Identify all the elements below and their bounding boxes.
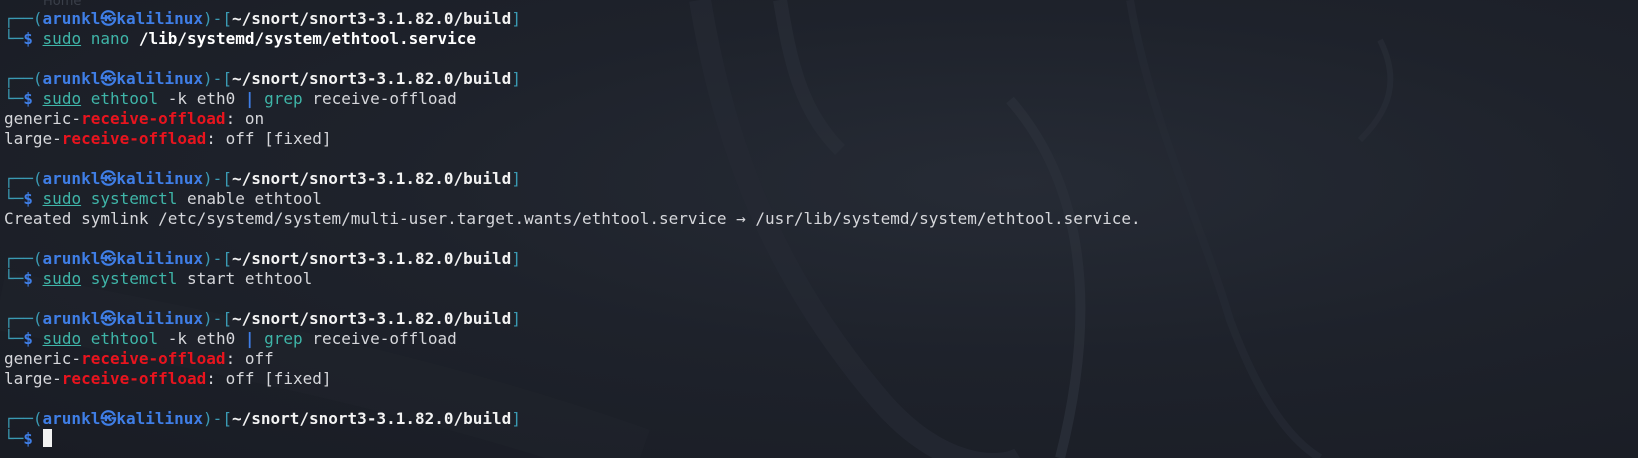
command-sudo: sudo bbox=[42, 89, 82, 108]
command-program: ethtool bbox=[90, 329, 159, 348]
command-args: /lib/systemd/system/ethtool.service bbox=[129, 29, 477, 48]
command-sudo: sudo bbox=[42, 269, 82, 288]
text-cursor[interactable] bbox=[42, 429, 52, 447]
prompt-header-line: ┌──(arunkl㉿kalilinux)-[~/snort/snort3-3.… bbox=[4, 69, 521, 88]
command-program: ethtool bbox=[90, 89, 159, 108]
command-args: receive-offload bbox=[302, 89, 457, 108]
command-sudo: sudo bbox=[42, 29, 82, 48]
prompt-frame-open: ┌──( bbox=[4, 9, 43, 28]
command-sudo: sudo bbox=[42, 189, 82, 208]
prompt-at-icon: ㉿ bbox=[100, 169, 117, 188]
prompt-frame-close: ] bbox=[511, 9, 521, 28]
active-command-line[interactable]: └─$ bbox=[4, 429, 1141, 449]
prompt-at-icon: ㉿ bbox=[100, 69, 117, 88]
output-line: Created symlink /etc/systemd/system/mult… bbox=[4, 209, 1141, 228]
prompt-at-icon: ㉿ bbox=[100, 9, 117, 28]
command-args: receive-offload bbox=[302, 329, 457, 348]
command-sudo: sudo bbox=[42, 329, 82, 348]
prompt-frame-bottom: └─ bbox=[4, 29, 24, 48]
command-program: nano bbox=[90, 29, 130, 48]
grep-match: receive-offload bbox=[61, 129, 207, 148]
terminal-output: ┌──(arunkl㉿kalilinux)-[~/snort/snort3-3.… bbox=[4, 9, 1141, 449]
command-options: -k eth0 bbox=[158, 329, 245, 348]
command-line: └─$ sudo ethtool -k eth0 | grep receive-… bbox=[4, 329, 457, 348]
output-line: generic-receive-offload: on bbox=[4, 109, 265, 128]
output-line: large-receive-offload: off [fixed] bbox=[4, 369, 332, 388]
command-program: systemctl bbox=[90, 269, 178, 288]
command-line: └─$ sudo nano /lib/systemd/system/ethtoo… bbox=[4, 29, 1141, 49]
prompt-host: kalilinux bbox=[116, 9, 204, 28]
command-options: -k eth0 bbox=[158, 89, 245, 108]
prompt-user: arunkl bbox=[42, 9, 101, 28]
command-line: └─$ sudo ethtool -k eth0 | grep receive-… bbox=[4, 89, 457, 108]
command-pipe: | bbox=[244, 329, 255, 348]
command-program: systemctl bbox=[90, 189, 178, 208]
prompt-dollar: $ bbox=[23, 29, 33, 48]
prompt-at-icon: ㉿ bbox=[100, 309, 117, 328]
command-args: enable ethtool bbox=[177, 189, 322, 208]
prompt-header-line: ┌──(arunkl㉿kalilinux)-[~/snort/snort3-3.… bbox=[4, 9, 1141, 29]
prompt-header-line: ┌──(arunkl㉿kalilinux)-[~/snort/snort3-3.… bbox=[4, 309, 521, 328]
prompt-header-line: ┌──(arunkl㉿kalilinux)-[~/snort/snort3-3.… bbox=[4, 409, 521, 428]
command-pipe: | bbox=[244, 89, 255, 108]
command-program: grep bbox=[264, 89, 303, 108]
prompt-header-line: ┌──(arunkl㉿kalilinux)-[~/snort/snort3-3.… bbox=[4, 249, 521, 268]
prompt-separator: )-[ bbox=[203, 9, 232, 28]
command-line: └─$ sudo systemctl start ethtool bbox=[4, 269, 313, 288]
prompt-header-line: ┌──(arunkl㉿kalilinux)-[~/snort/snort3-3.… bbox=[4, 169, 521, 188]
prompt-at-icon: ㉿ bbox=[100, 409, 117, 428]
desktop-home-label: Home bbox=[43, 0, 82, 9]
prompt-at-icon: ㉿ bbox=[100, 249, 117, 268]
grep-match: receive-offload bbox=[61, 369, 207, 388]
output-line: generic-receive-offload: off bbox=[4, 349, 274, 368]
prompt-directory: ~/snort/snort3-3.1.82.0/build bbox=[231, 9, 512, 28]
command-line: └─$ sudo systemctl enable ethtool bbox=[4, 189, 322, 208]
grep-match: receive-offload bbox=[81, 109, 226, 128]
terminal-window[interactable]: Home ┌──(arunkl㉿kalilinux)-[~/snort/snor… bbox=[0, 0, 1638, 458]
grep-match: receive-offload bbox=[81, 349, 226, 368]
command-args: start ethtool bbox=[177, 269, 313, 288]
command-program: grep bbox=[264, 329, 303, 348]
output-line: large-receive-offload: off [fixed] bbox=[4, 129, 332, 148]
